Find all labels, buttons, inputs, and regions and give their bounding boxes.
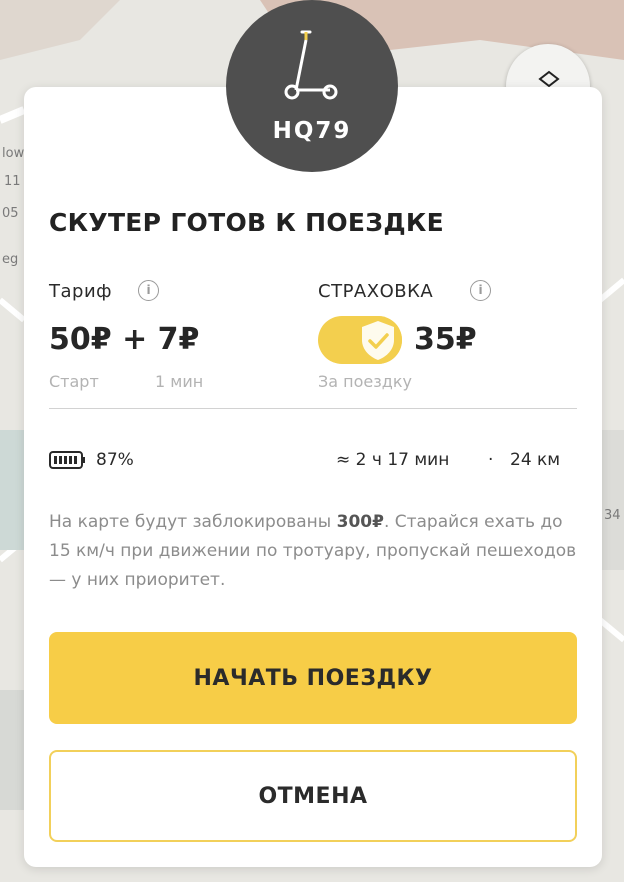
- insurance-label: СТРАХОВКА: [318, 281, 434, 302]
- tariff-start-label: Старт: [49, 372, 99, 391]
- deposit-amount: 300₽: [336, 512, 384, 532]
- map-label: 34: [604, 508, 621, 523]
- insurance-per-label: За поездку: [318, 372, 412, 391]
- insurance-price: 35₽: [414, 322, 477, 357]
- scooter-code: HQ79: [272, 118, 352, 144]
- map-label: low: [2, 146, 25, 161]
- battery-level: 87%: [96, 450, 134, 470]
- scooter-badge: HQ79: [226, 0, 398, 172]
- tariff-price: 50₽ + 7₽: [49, 322, 200, 357]
- note-text: На карте будут заблокированы: [49, 512, 337, 532]
- divider: [49, 408, 577, 409]
- tariff-info-icon[interactable]: i: [138, 280, 159, 301]
- ride-time: ≈ 2 ч 17 мин: [336, 450, 450, 470]
- tariff-per-label: 1 мин: [155, 372, 204, 391]
- sheet-title: СКУТЕР ГОТОВ К ПОЕЗДКЕ: [49, 208, 444, 237]
- battery-icon: [49, 450, 87, 474]
- cancel-button[interactable]: ОТМЕНА: [49, 750, 577, 842]
- map-label: eg: [2, 252, 19, 267]
- stats-separator: ·: [488, 450, 494, 470]
- start-ride-button[interactable]: НАЧАТЬ ПОЕЗДКУ: [49, 632, 577, 724]
- map-label: 05: [2, 206, 19, 221]
- ride-distance: 24 км: [510, 450, 561, 470]
- insurance-toggle[interactable]: [318, 316, 402, 364]
- map-label: 11: [4, 174, 21, 189]
- scooter-icon: [284, 28, 340, 110]
- tariff-label: Тариф: [49, 281, 113, 302]
- shield-check-icon: [356, 318, 400, 366]
- deposit-note: На карте будут заблокированы 300₽. Стара…: [49, 508, 579, 595]
- insurance-info-icon[interactable]: i: [470, 280, 491, 301]
